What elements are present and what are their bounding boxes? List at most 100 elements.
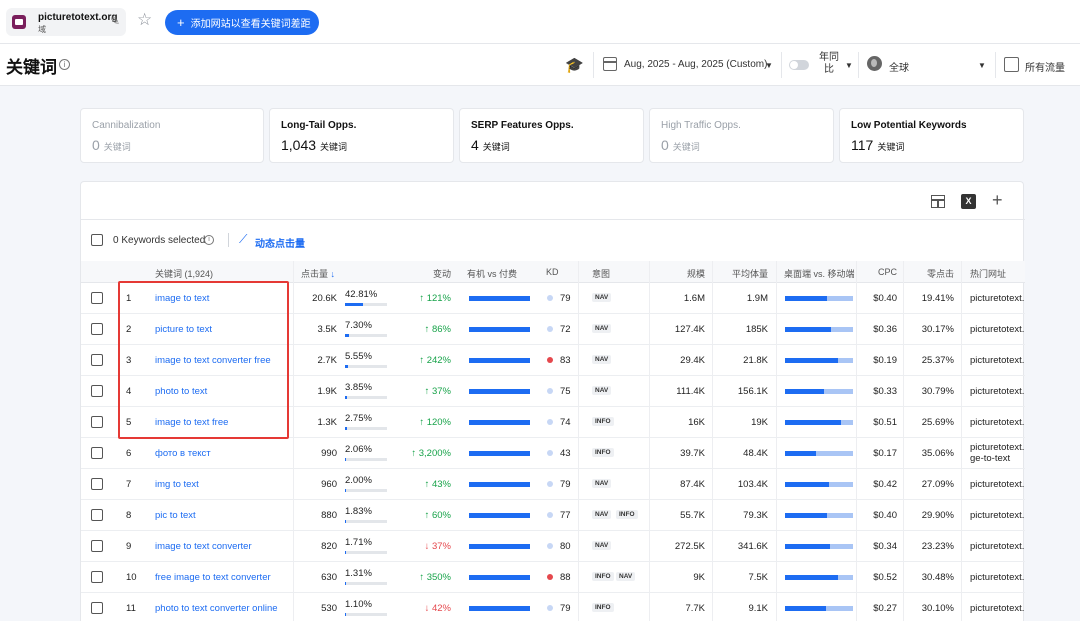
top-url[interactable]: picturetotext. [970,603,1024,614]
top-url[interactable]: picturetotext. [970,572,1024,583]
col-top-url[interactable]: 热门网址 [970,267,1006,280]
cpc-value: $0.27 [873,603,897,614]
top-url[interactable]: picturetotext. [970,510,1024,521]
avg-volume-value: 156.1K [737,386,768,397]
table-row[interactable]: 10 free image to text converter 630 1.31% ↑ … [81,562,1025,593]
divider [781,52,782,78]
date-range-picker[interactable]: Aug, 2025 - Aug, 2025 (Custom) [624,59,767,70]
row-checkbox[interactable] [91,323,103,335]
zero-click-value: 27.09% [921,479,954,490]
row-checkbox[interactable] [91,571,103,583]
desktop-share-fill [785,389,825,394]
graduation-cap-icon[interactable]: 🎓 [565,56,584,74]
add-icon[interactable]: + [992,190,1003,211]
region-selector[interactable]: 全球 [889,59,909,74]
keyword-link[interactable]: img to text [155,479,199,490]
top-url[interactable]: picturetotext. [970,324,1024,335]
col-avg-volume[interactable]: 平均体量 [718,267,768,280]
top-url[interactable]: picturetotext. [970,386,1024,397]
col-organic-paid[interactable]: 有机 vs 付费 [467,267,517,280]
col-volume[interactable]: 规模 [665,267,705,280]
clicks-share-fill [345,582,346,585]
col-kd[interactable]: KD [546,267,559,277]
row-checkbox[interactable] [91,478,103,490]
top-url[interactable]: picturetotext. [970,293,1024,304]
row-checkbox[interactable] [91,354,103,366]
clicks-value: 1.9K [317,386,337,397]
col-intent[interactable]: 意图 [592,267,610,280]
table-row[interactable]: 6 фото в текст 990 2.06% ↑ 3,200% 43 INFO 39.7K… [81,438,1025,469]
intent-tag: NAV [592,541,612,550]
top-url[interactable]: picturetotext. ge-to-text [970,442,1024,464]
volume-value: 127.4K [674,324,705,335]
info-icon[interactable]: i [204,235,214,245]
row-checkbox[interactable] [91,292,103,304]
excel-export-icon[interactable]: X [961,194,976,209]
cpc-value: $0.40 [873,293,897,304]
col-keyword[interactable]: 关键词 (1,924) [155,267,213,280]
row-checkbox[interactable] [91,509,103,521]
row-checkbox[interactable] [91,385,103,397]
row-number: 10 [126,572,137,583]
edit-icon[interactable]: ✎ [110,14,120,28]
add-competitor-button[interactable]: + 添加网站以查看关键词差距 [165,10,319,35]
col-clicks[interactable]: 点击量 ↓ [301,267,335,280]
row-checkbox[interactable] [91,602,103,614]
keyword-link[interactable]: free image to text converter [155,572,271,583]
row-checkbox[interactable] [91,416,103,428]
add-competitor-label: 添加网站以查看关键词差距 [190,19,311,30]
table-row[interactable]: 7 img to text 960 2.00% ↑ 43% 79 NAV 87.4K 103.4… [81,469,1025,500]
kd-value: 74 [560,417,571,428]
intent-tag: NAV [592,293,612,302]
col-cpc[interactable]: CPC [861,267,897,277]
card-value: 117 [851,137,874,153]
top-url[interactable]: picturetotext. [970,541,1024,552]
keyword-link[interactable]: image to text converter [155,541,252,552]
select-all-checkbox[interactable] [91,234,103,246]
clicks-share: 1.31% [345,568,372,579]
table-view-icon[interactable] [931,195,945,208]
top-url[interactable]: picturetotext. [970,417,1024,428]
row-checkbox[interactable] [91,447,103,459]
table-row[interactable]: 8 pic to text 880 1.83% ↑ 60% 77 NAV INFO 55.7K 7… [81,500,1025,531]
row-checkbox[interactable] [91,540,103,552]
intent-tag: NAV [616,572,636,581]
stat-card[interactable]: SERP Features Opps. 4 关键词 [459,108,644,163]
stat-card[interactable]: Low Potential Keywords 117 关键词 [839,108,1024,163]
col-change[interactable]: 变动 [411,267,451,280]
yoy-toggle[interactable] [789,60,809,70]
dynamic-clicks-button[interactable]: 动态点击量 [255,235,305,250]
stat-card[interactable]: Cannibalization 0 关键词 [80,108,264,163]
kd-dot [547,450,553,456]
traffic-selector[interactable]: 所有流量 [1025,59,1065,74]
table-row[interactable]: 9 image to text converter 820 1.71% ↓ 37% 80 N… [81,531,1025,562]
keyword-link[interactable]: фото в текст [155,448,211,459]
info-icon[interactable]: i [59,59,70,70]
kd-value: 43 [560,448,571,459]
chevron-down-icon[interactable]: ▼ [978,61,986,70]
clicks-value: 990 [321,448,337,459]
star-icon[interactable]: ☆ [137,11,152,28]
top-url[interactable]: picturetotext. [970,355,1024,366]
chevron-down-icon[interactable]: ▼ [765,61,773,70]
kd-dot [547,481,553,487]
stat-card[interactable]: High Traffic Opps. 0 关键词 [649,108,834,163]
intent-tag: NAV [592,324,612,333]
card-value: 4 [471,137,479,153]
stat-card[interactable]: Long-Tail Opps. 1,043 关键词 [269,108,454,163]
top-bar: picturetotext.org 域 ✎ ☆ + 添加网站以查看关键词差距 [0,0,1080,44]
desktop-share-fill [785,606,826,611]
col-desktop-mobile[interactable]: 桌面端 vs. 移动端 [784,267,855,280]
keyword-link[interactable]: pic to text [155,510,196,521]
chevron-down-icon[interactable]: ▼ [845,61,853,70]
organic-paid-bar [469,327,530,332]
desktop-share-fill [785,451,816,456]
cpc-value: $0.19 [873,355,897,366]
clicks-share-fill [345,365,348,368]
clicks-share: 5.55% [345,351,372,362]
top-url[interactable]: picturetotext. [970,479,1024,490]
col-zero-click[interactable]: 零点击 [911,267,954,280]
keyword-link[interactable]: photo to text converter online [155,603,278,614]
site-selector[interactable]: picturetotext.org 域 ✎ [6,8,126,36]
table-row[interactable]: 11 photo to text converter online 530 1.10%… [81,593,1025,621]
